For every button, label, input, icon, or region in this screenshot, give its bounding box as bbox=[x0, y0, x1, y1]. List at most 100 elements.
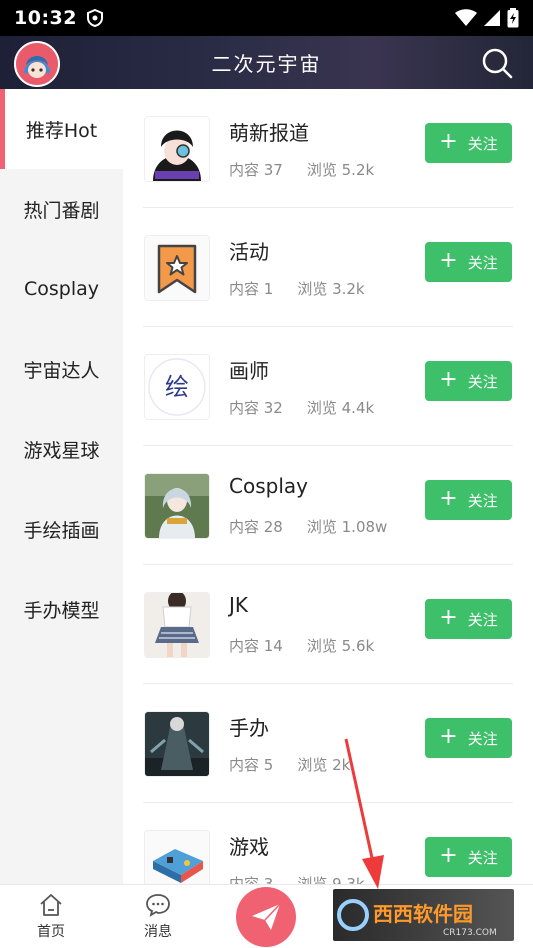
plus-icon: + bbox=[439, 485, 458, 511]
sidebar-item-label: 手绘插画 bbox=[23, 519, 100, 542]
watermark-subtext: CR173.COM bbox=[443, 928, 497, 938]
list-item[interactable]: 绘 画师 内容 32 浏览 4.4k + 关注 bbox=[123, 327, 533, 446]
wifi-icon bbox=[455, 9, 477, 26]
page-title: 二次元宇宙 bbox=[211, 52, 322, 76]
nav-home-label: 首页 bbox=[37, 924, 65, 940]
search-icon[interactable] bbox=[481, 47, 513, 79]
topic-name: 游戏 bbox=[229, 835, 269, 859]
jk-photo bbox=[145, 593, 209, 657]
sidebar-item-label: 游戏星球 bbox=[23, 439, 100, 462]
sidebar-item-hot[interactable]: 推荐Hot bbox=[0, 89, 123, 169]
sidebar-item-figure[interactable]: 手办模型 bbox=[0, 569, 123, 649]
view-count: 浏览 4.4k bbox=[306, 399, 375, 417]
sidebar-item-anime[interactable]: 热门番剧 bbox=[0, 169, 123, 249]
hui-logo-text: 绘 bbox=[165, 373, 189, 401]
topic-meta: 内容 37 浏览 5.2k bbox=[229, 159, 374, 180]
sidebar-item-illustration[interactable]: 手绘插画 bbox=[0, 489, 123, 569]
follow-label: 关注 bbox=[467, 134, 498, 153]
topic-meta: 内容 1 浏览 3.2k bbox=[229, 278, 365, 299]
publish-button[interactable] bbox=[236, 887, 296, 947]
view-count: 浏览 5.2k bbox=[306, 161, 375, 179]
topic-thumbnail bbox=[144, 116, 210, 182]
follow-button[interactable]: + 关注 bbox=[425, 599, 512, 639]
sidebar-item-label: 手办模型 bbox=[23, 599, 100, 622]
follow-button[interactable]: + 关注 bbox=[425, 123, 512, 163]
status-bar: 10:32 bbox=[0, 0, 533, 36]
home-icon bbox=[40, 894, 62, 916]
battery-icon bbox=[507, 8, 519, 28]
follow-button[interactable]: + 关注 bbox=[425, 242, 512, 282]
signal-icon bbox=[484, 10, 500, 26]
content-count: 内容 1 bbox=[229, 280, 274, 298]
topic-meta: 内容 3 浏览 9.3k bbox=[229, 873, 365, 884]
sidebar-item-label: 宇宙达人 bbox=[23, 359, 100, 382]
nav-messages-label: 消息 bbox=[144, 924, 172, 940]
topic-name: 萌新报道 bbox=[229, 121, 309, 145]
topic-meta: 内容 14 浏览 5.6k bbox=[229, 635, 374, 656]
topic-thumbnail bbox=[144, 473, 210, 539]
content-count: 内容 28 bbox=[229, 518, 283, 536]
topic-list: 萌新报道 内容 37 浏览 5.2k + 关注 活动 内容 1 浏览 3.2k + 关注… bbox=[123, 89, 533, 884]
content-count: 内容 37 bbox=[229, 161, 283, 179]
star-bookmark-icon bbox=[145, 236, 209, 300]
view-count: 浏览 3.2k bbox=[297, 280, 365, 298]
topic-thumbnail bbox=[144, 235, 210, 301]
nav-messages[interactable]: 消息 bbox=[144, 893, 172, 941]
content-count: 内容 32 bbox=[229, 399, 283, 417]
watermark-text: 西西软件园 bbox=[373, 902, 473, 926]
figure-photo bbox=[145, 712, 209, 776]
topic-thumbnail bbox=[144, 830, 210, 884]
nav-home[interactable]: 首页 bbox=[37, 893, 65, 941]
list-item[interactable]: JK 内容 14 浏览 5.6k + 关注 bbox=[123, 565, 533, 684]
watermark-logo: 西西软件园 CR173.COM bbox=[333, 889, 514, 941]
topic-thumbnail bbox=[144, 592, 210, 658]
app-header: 二次元宇宙 bbox=[0, 36, 533, 89]
follow-button[interactable]: + 关注 bbox=[425, 361, 512, 401]
watermark-logo-icon: 西西软件园 CR173.COM bbox=[337, 899, 497, 938]
hui-logo-icon: 绘 bbox=[145, 355, 209, 419]
topic-name: 画师 bbox=[229, 359, 269, 383]
follow-label: 关注 bbox=[467, 848, 498, 867]
plus-icon: + bbox=[439, 366, 458, 392]
list-item[interactable]: 活动 内容 1 浏览 3.2k + 关注 bbox=[123, 208, 533, 327]
plus-icon: + bbox=[439, 723, 458, 749]
sidebar-item-game[interactable]: 游戏星球 bbox=[0, 409, 123, 489]
follow-button[interactable]: + 关注 bbox=[425, 837, 512, 877]
follow-label: 关注 bbox=[467, 372, 498, 391]
category-sidebar: 推荐Hot 热门番剧 Cosplay 宇宙达人 游戏星球 手绘插画 手办模型 bbox=[0, 89, 123, 884]
follow-label: 关注 bbox=[467, 253, 498, 272]
user-avatar[interactable] bbox=[14, 41, 60, 87]
view-count: 浏览 1.08w bbox=[306, 518, 388, 536]
anime-avatar-icon bbox=[16, 43, 58, 85]
shield-icon bbox=[86, 9, 103, 27]
follow-button[interactable]: + 关注 bbox=[425, 718, 512, 758]
anime-girl-avatar-icon bbox=[145, 117, 209, 181]
view-count: 浏览 2k bbox=[297, 756, 351, 774]
view-count: 浏览 9.3k bbox=[297, 875, 365, 884]
list-item[interactable]: Cosplay 内容 28 浏览 1.08w + 关注 bbox=[123, 446, 533, 565]
plus-icon: + bbox=[439, 128, 458, 154]
game-console-icon bbox=[145, 831, 209, 884]
list-item[interactable]: 游戏 内容 3 浏览 9.3k + 关注 bbox=[123, 803, 533, 884]
paper-plane-icon bbox=[252, 903, 281, 930]
topic-thumbnail: 绘 bbox=[144, 354, 210, 420]
view-count: 浏览 5.6k bbox=[306, 637, 375, 655]
plus-icon: + bbox=[439, 604, 458, 630]
content-count: 内容 14 bbox=[229, 637, 283, 655]
plus-icon: + bbox=[439, 247, 458, 273]
sidebar-item-label: 推荐Hot bbox=[25, 119, 98, 142]
topic-name: Cosplay bbox=[229, 474, 308, 498]
topic-meta: 内容 5 浏览 2k bbox=[229, 754, 350, 775]
list-item[interactable]: 萌新报道 内容 37 浏览 5.2k + 关注 bbox=[123, 89, 533, 208]
follow-label: 关注 bbox=[467, 729, 498, 748]
topic-name: 活动 bbox=[229, 240, 269, 264]
sidebar-item-talent[interactable]: 宇宙达人 bbox=[0, 329, 123, 409]
follow-button[interactable]: + 关注 bbox=[425, 480, 512, 520]
sidebar-item-label: 热门番剧 bbox=[23, 199, 100, 222]
list-item[interactable]: 手办 内容 5 浏览 2k + 关注 bbox=[123, 684, 533, 803]
topic-name: JK bbox=[229, 593, 249, 617]
topic-meta: 内容 32 浏览 4.4k bbox=[229, 397, 374, 418]
sidebar-item-cosplay[interactable]: Cosplay bbox=[0, 249, 123, 329]
status-time: 10:32 bbox=[14, 7, 77, 29]
content-count: 内容 3 bbox=[229, 875, 274, 884]
